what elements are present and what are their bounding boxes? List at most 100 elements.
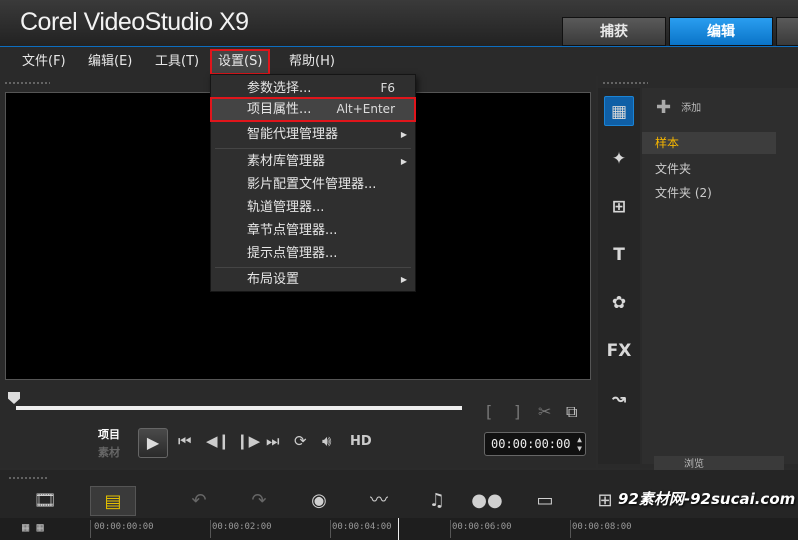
- menu-item-label: 章节点管理器...: [247, 223, 338, 238]
- menu-item-chapter-point-manager[interactable]: 章节点管理器...: [211, 219, 415, 242]
- ruler-tick: [210, 520, 211, 538]
- hd-preview-toggle[interactable]: HD: [350, 434, 372, 449]
- enlarge-preview-icon[interactable]: ⧉: [566, 402, 577, 422]
- menu-item-label: 素材库管理器: [247, 154, 326, 169]
- graphics-icon[interactable]: ✿: [604, 288, 634, 318]
- menu-item-preferences[interactable]: 参数选择... F6: [211, 77, 415, 100]
- tab-share-partial[interactable]: [776, 17, 798, 46]
- timeline-toolbar: 🎞︎ ▤ ↶ ↷ ◉ 〰 ♫ ●● ▭ ⊞ ▦ ▦ 00:00:00:00 00…: [0, 470, 798, 540]
- submenu-arrow-icon: ▶: [400, 130, 407, 139]
- ruler-tick: [330, 520, 331, 538]
- library-panel: ▦ ✦ ⊞ T ✿ FX ↝ ✚ 添加 样本 文件夹 文件夹 (2) 浏览: [598, 76, 798, 474]
- volume-icon[interactable]: 🔊︎: [322, 432, 331, 450]
- menu-item-shortcut: Alt+Enter: [336, 102, 395, 116]
- play-button[interactable]: ▶: [138, 428, 168, 458]
- plus-icon: ✚: [656, 97, 672, 118]
- next-frame-icon[interactable]: ❙▶: [236, 432, 260, 450]
- mark-out-icon[interactable]: ]: [514, 402, 520, 421]
- ruler-tick: [90, 520, 91, 538]
- timeline-ruler[interactable]: ▦ ▦ 00:00:00:00 00:00:02:00 00:00:04:00 …: [0, 518, 798, 540]
- timeline-grip[interactable]: [8, 476, 48, 480]
- settings-dropdown-menu: 参数选择... F6 项目属性... Alt+Enter 智能代理管理器 ▶ 素…: [210, 74, 416, 292]
- menu-item-label: 参数选择...: [247, 81, 312, 96]
- folder-1[interactable]: 文件夹: [642, 158, 776, 180]
- ruler-label: 00:00:04:00: [332, 522, 392, 532]
- redo-icon[interactable]: ↷: [236, 486, 282, 516]
- library-folder-list: ✚ 添加 样本 文件夹 文件夹 (2) 浏览: [642, 88, 798, 474]
- auto-music-icon[interactable]: ♫: [414, 486, 460, 516]
- transition-icon[interactable]: ⊞: [604, 192, 634, 222]
- ruler-label: 00:00:00:00: [94, 522, 154, 532]
- storyboard-view-icon[interactable]: 🎞︎: [22, 486, 68, 516]
- menu-item-library-manager[interactable]: 素材库管理器 ▶: [211, 150, 415, 173]
- tab-edit[interactable]: 编辑: [669, 17, 773, 46]
- scrub-bar[interactable]: [16, 406, 462, 410]
- menu-item-smart-proxy-manager[interactable]: 智能代理管理器 ▶: [211, 123, 415, 146]
- playhead[interactable]: [398, 518, 399, 540]
- menu-item-movie-profile-manager[interactable]: 影片配置文件管理器...: [211, 173, 415, 196]
- undo-icon[interactable]: ↶: [176, 486, 222, 516]
- menu-item-label: 轨道管理器...: [247, 200, 325, 215]
- add-folder-label: 添加: [681, 103, 702, 114]
- media-library-icon[interactable]: ▦: [604, 96, 634, 126]
- timecode-field[interactable]: 00:00:00:00 ▲ ▼: [484, 432, 586, 456]
- submenu-arrow-icon: ▶: [400, 157, 407, 166]
- audio-mixer-icon[interactable]: 〰: [356, 486, 402, 516]
- timeline-view-icon[interactable]: ▤: [90, 486, 136, 516]
- motion-tracking-icon[interactable]: ●●: [464, 486, 510, 516]
- menu-item-label: 影片配置文件管理器...: [247, 177, 377, 192]
- mark-in-icon[interactable]: [: [486, 402, 492, 421]
- panel-grip[interactable]: [4, 81, 50, 85]
- app-title: Corel VideoStudio X9: [20, 8, 249, 36]
- go-to-start-icon[interactable]: ⏮: [178, 432, 192, 450]
- timecode-spinner-icon[interactable]: ▲ ▼: [577, 435, 582, 453]
- menu-item-label: 智能代理管理器: [247, 127, 339, 142]
- menu-help[interactable]: 帮助(H): [283, 51, 341, 73]
- filter-fx-icon[interactable]: FX: [604, 336, 634, 366]
- menu-tools[interactable]: 工具(T): [149, 51, 205, 73]
- library-grip[interactable]: [602, 81, 648, 85]
- menu-item-label: 提示点管理器...: [247, 246, 338, 261]
- record-capture-icon[interactable]: ◉: [296, 486, 342, 516]
- menu-item-cue-point-manager[interactable]: 提示点管理器...: [211, 242, 415, 265]
- browse-label: 浏览: [684, 459, 704, 470]
- watermark: 92素材网-92sucai.com: [618, 490, 796, 508]
- ruler-tick: [570, 520, 571, 538]
- mode-clip-label[interactable]: 素材: [98, 444, 132, 462]
- menu-item-shortcut: F6: [380, 81, 395, 95]
- ruler-tick: [450, 520, 451, 538]
- track-view-icon[interactable]: ▦ ▦: [22, 520, 44, 534]
- submenu-arrow-icon: ▶: [400, 275, 407, 284]
- menu-item-label: 项目属性...: [247, 102, 312, 117]
- mode-project-label[interactable]: 项目: [98, 426, 132, 444]
- timecode-value: 00:00:00:00: [491, 437, 571, 451]
- tab-capture[interactable]: 捕获: [562, 17, 666, 46]
- title-bar: Corel VideoStudio X9 捕获 编辑: [0, 0, 798, 46]
- scrubber-handle[interactable]: [8, 392, 20, 404]
- ruler-label: 00:00:06:00: [452, 522, 512, 532]
- play-mode-selector[interactable]: 项目 素材: [98, 426, 132, 462]
- menu-file[interactable]: 文件(F): [16, 51, 72, 73]
- path-icon[interactable]: ↝: [604, 384, 634, 414]
- menu-separator: [215, 148, 411, 149]
- folder-2[interactable]: 文件夹 (2): [642, 182, 776, 204]
- subtitle-editor-icon[interactable]: ▭: [522, 486, 568, 516]
- menu-edit[interactable]: 编辑(E): [82, 51, 138, 73]
- ruler-label: 00:00:02:00: [212, 522, 272, 532]
- menu-bar: 文件(F) 编辑(E) 工具(T) 设置(S) 帮助(H): [0, 46, 798, 76]
- go-to-end-icon[interactable]: ⏭: [266, 432, 280, 450]
- title-icon[interactable]: T: [604, 240, 634, 270]
- menu-settings[interactable]: 设置(S): [209, 49, 271, 75]
- split-clip-icon[interactable]: ✂: [538, 402, 551, 421]
- repeat-icon[interactable]: ⟳: [294, 432, 307, 450]
- folder-samples[interactable]: 样本: [642, 132, 776, 154]
- ruler-label: 00:00:08:00: [572, 522, 632, 532]
- menu-item-label: 布局设置: [247, 272, 300, 287]
- menu-item-layout-settings[interactable]: 布局设置 ▶: [211, 268, 415, 291]
- menu-item-project-properties[interactable]: 项目属性... Alt+Enter: [210, 97, 416, 122]
- previous-frame-icon[interactable]: ◀❙: [206, 432, 230, 450]
- library-category-rail: ▦ ✦ ⊞ T ✿ FX ↝: [598, 88, 640, 464]
- instant-project-icon[interactable]: ✦: [604, 144, 634, 174]
- menu-item-track-manager[interactable]: 轨道管理器...: [211, 196, 415, 219]
- add-folder-button[interactable]: ✚ 添加: [656, 98, 701, 118]
